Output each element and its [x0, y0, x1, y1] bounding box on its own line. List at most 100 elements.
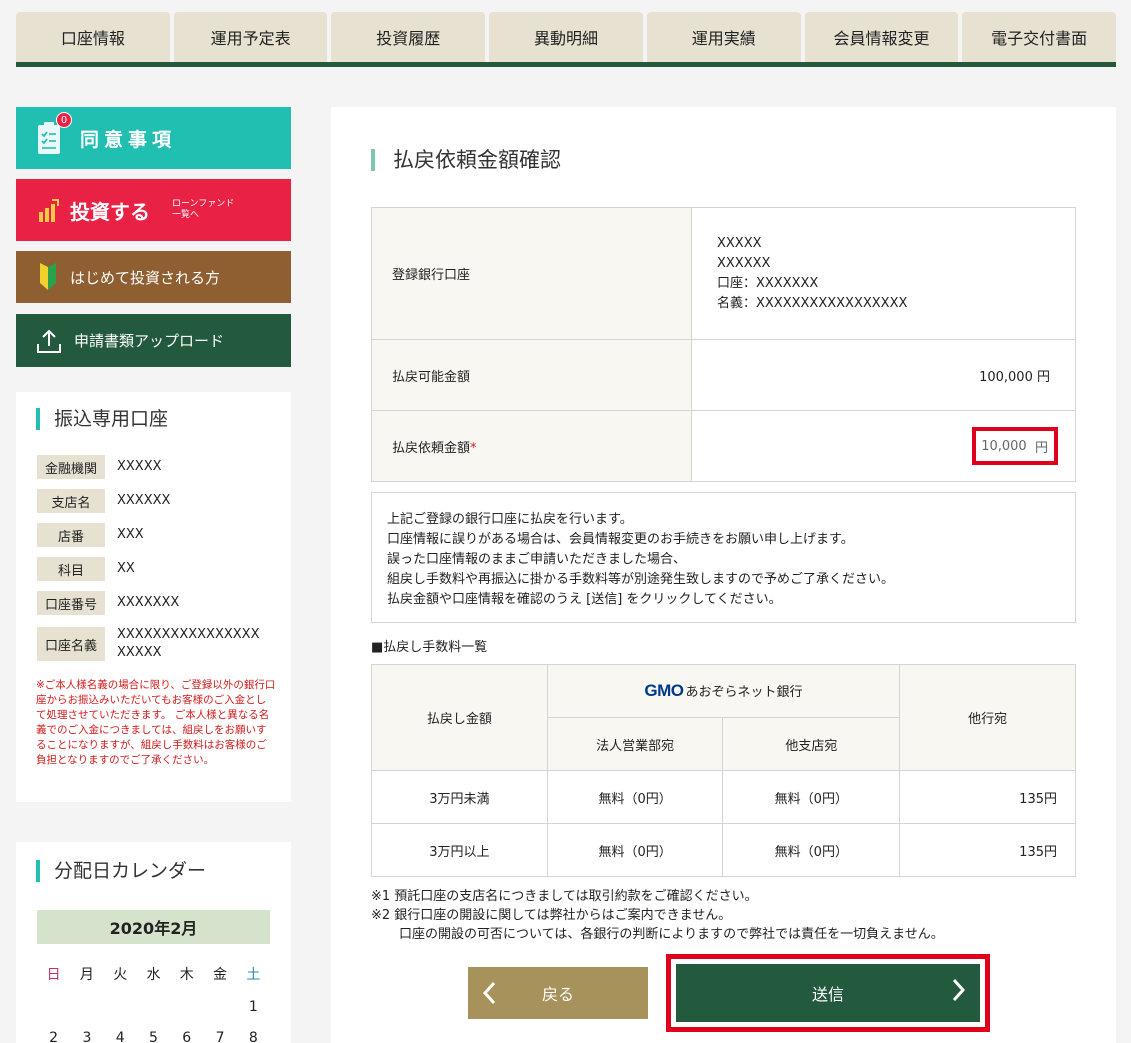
- send-label: 送信: [811, 985, 844, 1004]
- fee-col-branch: 他支店宛: [722, 717, 901, 771]
- nav-underline: [16, 62, 1116, 67]
- calendar-title: 分配日カレンダー: [36, 860, 206, 882]
- available-amount-label: 払戻可能金額: [371, 339, 692, 411]
- message-line: 誤った口座情報のままご申請いただきました場合、: [387, 552, 687, 567]
- fee-branch: 無料（0円）: [722, 770, 901, 824]
- tab-account-info[interactable]: 口座情報: [16, 12, 170, 62]
- list-link-text: 一覧へ: [172, 210, 200, 220]
- tab-transactions[interactable]: 異動明細: [489, 12, 643, 62]
- row-label: 口座名義: [37, 627, 105, 661]
- row-value: XX: [117, 561, 135, 576]
- account-number-row: 口座番号 XXXXXXX: [37, 591, 179, 615]
- table-row: 3万円未満 無料（0円） 無料（0円） 135円: [371, 770, 1076, 824]
- request-amount-unit: 円: [1034, 440, 1048, 456]
- calendar-week-1: 1: [37, 999, 270, 1015]
- calendar-day: [137, 999, 170, 1015]
- fee-col-amount: 払戻し金額: [371, 664, 548, 771]
- bank-line: XXXXXX: [717, 255, 771, 271]
- transfer-account-title: 振込専用口座: [36, 408, 168, 430]
- row-value: XXXXXXXXXXXXXXXX XXXXX: [117, 626, 260, 662]
- fee-header-row-1: 払戻し金額 GMO あおぞらネット銀行 他行宛: [371, 664, 1076, 771]
- footnote-1: ※1 預託口座の支店名につきましては取引約款をご確認ください。: [371, 889, 758, 904]
- fee-amount: 3万円以上: [371, 823, 548, 877]
- calendar-day: 7: [215, 1030, 225, 1043]
- top-navigation: 口座情報 運用予定表 投資履歴 異動明細 運用実績 会員情報変更 電子交付書面: [16, 12, 1117, 67]
- message-line: 上記ご登録の銀行口座に払戻を行います。: [387, 512, 633, 527]
- fee-corporate: 無料（0円）: [546, 770, 724, 824]
- agreement-label: 同意事項: [80, 128, 177, 151]
- transfer-note: ※ご本人様名義の場合に限り、ご登録以外の銀行口座からお振込みいただいてもお客様の…: [36, 679, 276, 766]
- branch-number-row: 店番 XXX: [37, 523, 144, 547]
- weekday-fri: 金: [213, 967, 228, 983]
- message-line: 組戻し手数料や再振込に掛かる手数料等が別途発生致しますので予めご了承ください。: [387, 572, 895, 587]
- page-title: 払戻依頼金額確認: [371, 149, 561, 171]
- message-line: 口座情報に誤りがある場合は、会員情報変更のお手続きをお願い申し上げます。: [387, 532, 854, 547]
- tab-electronic-documents[interactable]: 電子交付書面: [962, 12, 1117, 62]
- tab-investment-history[interactable]: 投資履歴: [331, 12, 486, 62]
- account-holder-row: 口座名義 XXXXXXXXXXXXXXXX XXXXX: [37, 626, 260, 662]
- invest-button[interactable]: 投資する ローンファンド 一覧へ: [16, 179, 291, 241]
- account-type-row: 科目 XX: [37, 557, 135, 581]
- bank-line: XXXXX: [717, 235, 762, 251]
- send-button-highlight: 送信: [666, 954, 990, 1032]
- holder-line-2: XXXXX: [117, 645, 162, 660]
- loan-fund-list-label: ローンファンド 一覧へ: [172, 199, 234, 221]
- fee-table: 払戻し金額 GMO あおぞらネット銀行 他行宛 法人営業部宛 他支店宛 3万円未…: [371, 664, 1076, 877]
- calendar-month: 2020年2月: [37, 910, 270, 944]
- tab-member-info[interactable]: 会員情報変更: [804, 12, 959, 62]
- fee-col-corporate: 法人営業部宛: [546, 717, 724, 771]
- available-amount-value: 100,000 円: [691, 339, 1076, 411]
- agreement-button[interactable]: 0 同意事項: [16, 107, 291, 169]
- row-value: XXXXXX: [117, 493, 171, 508]
- required-mark: *: [470, 440, 477, 456]
- upload-documents-button[interactable]: 申請書類アップロード: [16, 314, 291, 367]
- gmo-bank-name: あおぞらネット銀行: [685, 685, 803, 700]
- fee-other-bank: 135円: [899, 770, 1076, 824]
- bank-account-row: 登録銀行口座 XXXXX XXXXXX 口座：XXXXXXX 名義：XXXXXX…: [371, 207, 1076, 340]
- tab-performance[interactable]: 運用実績: [646, 12, 801, 62]
- bar-chart-icon: [38, 198, 60, 222]
- calendar-day: [37, 999, 70, 1015]
- calendar-day: 5: [149, 1030, 158, 1043]
- holder-line-1: XXXXXXXXXXXXXXXX: [117, 627, 260, 642]
- row-value: XXXXXXX: [117, 595, 180, 610]
- calendar-weekdays: 日 月 火 水 木 金 土: [37, 964, 270, 984]
- back-button[interactable]: 戻る: [468, 967, 648, 1019]
- calendar-day: [170, 999, 203, 1015]
- calendar-day: 8: [248, 1030, 258, 1043]
- request-amount-value: 10,000: [981, 438, 1027, 454]
- notification-badge: 0: [56, 112, 72, 128]
- request-amount-input[interactable]: 10,000 円: [972, 427, 1058, 465]
- chevron-right-icon: [952, 978, 966, 1006]
- calendar-day: 6: [182, 1030, 192, 1043]
- calendar-day: 1: [248, 999, 258, 1015]
- weekday-mon: 月: [79, 967, 94, 983]
- row-label: 支店名: [37, 489, 105, 513]
- withdrawal-info-table: 登録銀行口座 XXXXX XXXXXX 口座：XXXXXXX 名義：XXXXXX…: [371, 207, 1076, 482]
- fee-corporate: 無料（0円）: [546, 823, 724, 877]
- calendar-day: 4: [115, 1030, 125, 1043]
- table-row: 3万円以上 無料（0円） 無料（0円） 135円: [371, 823, 1076, 877]
- footnote-2: ※2 銀行口座の開設に関しては弊社からはご案内できません。: [371, 908, 732, 923]
- calendar-day: [203, 999, 236, 1015]
- weekday-wed: 水: [146, 967, 161, 983]
- footnote-2-continued: 口座の開設の可否については、各銀行の判断によりますので弊社では責任を一切負えませ…: [399, 927, 944, 942]
- calendar-day: 3: [82, 1030, 92, 1043]
- bank-account-label: 登録銀行口座: [371, 207, 692, 340]
- calendar-day: 2: [49, 1030, 59, 1043]
- gmo-logo: GMO: [644, 681, 684, 700]
- bank-line: 口座：XXXXXXX: [717, 275, 819, 291]
- send-button[interactable]: 送信: [676, 964, 980, 1022]
- weekday-sat: 土: [246, 967, 261, 983]
- upload-label: 申請書類アップロード: [74, 332, 225, 350]
- row-label: 金融機関: [37, 455, 105, 479]
- beginners-button[interactable]: はじめて投資される方: [16, 251, 291, 303]
- confirmation-message: 上記ご登録の銀行口座に払戻を行います。 口座情報に誤りがある場合は、会員情報変更…: [371, 492, 1076, 623]
- footnotes: ※1 預託口座の支店名につきましては取引約款をご確認ください。 ※2 銀行口座の…: [371, 887, 944, 944]
- transfer-account-panel: 振込専用口座 金融機関 XXXXX 支店名 XXXXXX 店番 XXX 科目 X…: [16, 392, 291, 802]
- row-label: 口座番号: [37, 591, 105, 615]
- weekday-tue: 火: [113, 967, 128, 983]
- message-line: 払戻金額や口座情報を確認のうえ [送信] をクリックしてください。: [387, 592, 782, 607]
- request-amount-row: 払戻依頼金額* 10,000 円: [371, 410, 1076, 482]
- tab-schedule[interactable]: 運用予定表: [173, 12, 328, 62]
